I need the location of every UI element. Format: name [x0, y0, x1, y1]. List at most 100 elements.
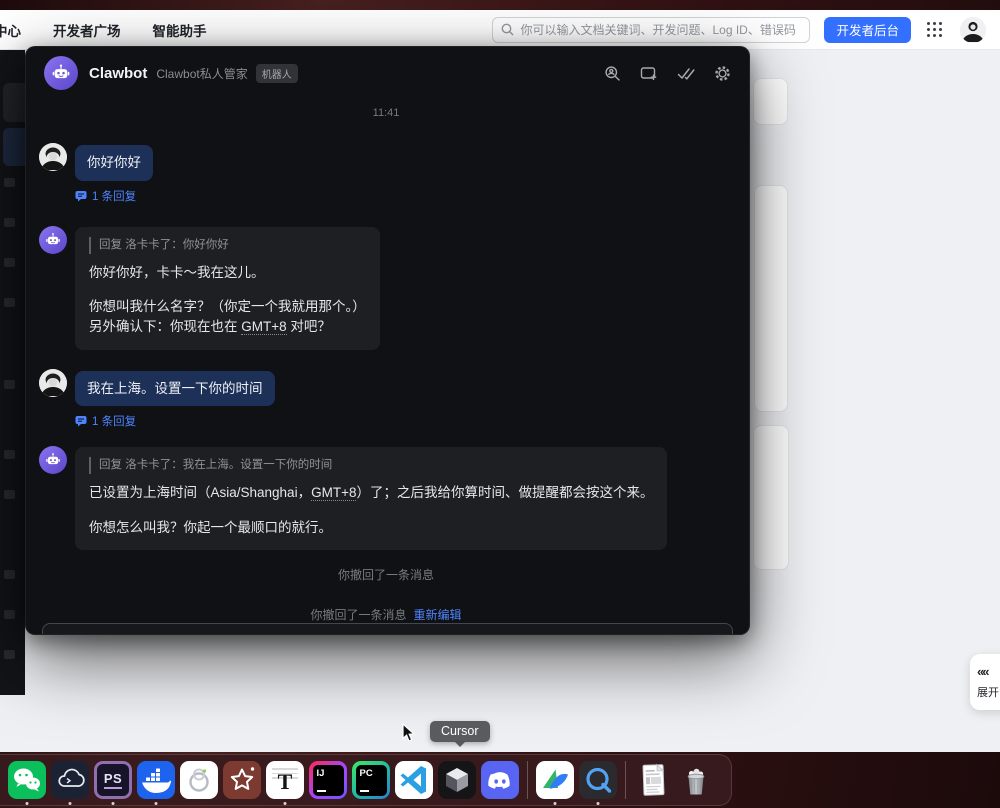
running-indicator — [69, 802, 72, 805]
dock-intellij-idea-icon[interactable]: IJ — [309, 761, 347, 799]
nav-item-center[interactable]: 中心 — [0, 20, 21, 40]
dock-trash-icon[interactable] — [677, 761, 715, 799]
robot-icon — [44, 451, 62, 469]
app-launcher-icon[interactable] — [927, 22, 942, 37]
running-indicator — [26, 802, 29, 805]
dock-vscode-icon[interactable] — [395, 761, 433, 799]
add-attachment-icon[interactable] — [601, 634, 617, 635]
dock-typora-icon[interactable]: T — [266, 761, 304, 799]
search-input[interactable] — [520, 23, 801, 37]
composer-divider — [695, 634, 696, 635]
dock-app-tooltip: Cursor — [430, 721, 490, 742]
clawbot-avatar[interactable] — [39, 226, 67, 254]
running-indicator — [284, 802, 287, 805]
background-card-fragment — [753, 78, 788, 125]
add-to-window-icon[interactable] — [640, 65, 658, 82]
screenshot-scissors-icon[interactable] — [565, 634, 586, 635]
thread-reply-link[interactable]: 1 条回复 — [75, 413, 733, 429]
user-avatar[interactable] — [39, 369, 67, 397]
message-bot-2: 回复 洛卡卡了：我在上海。设置一下你的时间 已设置为上海时间（Asia/Shan… — [39, 446, 733, 550]
settings-gear-icon[interactable] — [714, 65, 731, 82]
clawbot-avatar[interactable] — [44, 56, 78, 90]
bot-badge: 机器人 — [256, 64, 298, 83]
recalled-message-notice: 你撤回了一条消息重新编辑 — [39, 606, 733, 623]
user-photo — [39, 369, 67, 397]
chat-list-item-fragment-selected[interactable] — [3, 128, 25, 166]
message-paragraph: 已设置为上海时间（Asia/Shanghai，GMT+8）了；之后我给你算时间、… — [89, 483, 653, 503]
nav-item-ai-assistant[interactable]: 智能助手 — [153, 20, 207, 40]
reply-bubble-icon — [75, 190, 87, 202]
nav-user-avatar[interactable] — [960, 17, 986, 43]
background-card-fragment — [753, 425, 789, 570]
dock-navicat-icon[interactable] — [180, 761, 218, 799]
user-photo — [39, 143, 67, 171]
message-bot-1: 回复 洛卡卡了：你好你好 你好你好，卡卡～我在这儿。 你想叫我什么名字？（你定一… — [39, 226, 733, 350]
reply-bubble-icon — [75, 415, 87, 427]
running-indicator — [597, 802, 600, 805]
user-message-bubble[interactable]: 我在上海。设置一下你的时间 — [75, 371, 275, 407]
nav-item-developer-plaza[interactable]: 开发者广场 — [53, 20, 121, 40]
message-paragraph: 你想怎么叫我？你起一个最顺口的就行。 — [89, 518, 653, 538]
top-navigation: 中心 开发者广场 智能助手 开发者后台 — [0, 10, 1000, 50]
quoted-reply[interactable]: 回复 洛卡卡了：我在上海。设置一下你的时间 — [89, 457, 653, 474]
emoji-icon[interactable] — [505, 634, 521, 635]
clawbot-chat-window: Clawbot Clawbot私人管家 机器人 11:41 — [25, 46, 750, 635]
search-icon — [501, 23, 514, 36]
dock-docker-icon[interactable] — [137, 761, 175, 799]
message-text: 对吧？ — [287, 319, 331, 334]
message-input[interactable] — [55, 634, 474, 635]
dock-wechat-icon[interactable] — [8, 761, 46, 799]
message-paragraph: 你想叫我什么名字？（你定一个我就用那个。） 另外确认下：你现在也在 GMT+8 … — [89, 297, 366, 338]
chat-list-item-fragment[interactable] — [3, 83, 25, 122]
chat-title: Clawbot — [89, 65, 147, 82]
message-paragraph: 你好你好，卡卡～我在这儿。 — [89, 263, 366, 283]
running-indicator — [112, 802, 115, 805]
dock-cloud-terminal-icon[interactable] — [51, 761, 89, 799]
user-message-bubble[interactable]: 你好你好 — [75, 145, 153, 181]
nav-search-box[interactable] — [492, 17, 810, 43]
dock-bird-app-icon[interactable] — [536, 761, 574, 799]
message-text: ）了；之后我给你算时间、做提醒都会按这个来。 — [356, 485, 653, 500]
running-indicator — [155, 802, 158, 805]
message-text: 你想叫我什么名字？（你定一个我就用那个。） — [89, 299, 366, 314]
message-list: 11:41 你好你好 1 条回复 回复 洛卡卡了：你好你好 你好你好，卡卡～我在… — [26, 99, 749, 623]
message-user-2: 我在上海。设置一下你的时间 — [39, 369, 733, 407]
dock-star-app-icon[interactable] — [223, 761, 261, 799]
developer-console-button[interactable]: 开发者后台 — [824, 17, 911, 43]
macos-dock: PS T IJ PC — [0, 754, 732, 806]
double-check-icon[interactable] — [677, 66, 695, 81]
reply-count: 1 条回复 — [92, 188, 136, 204]
robot-icon — [44, 231, 62, 249]
dock-cursor-icon[interactable] — [438, 761, 476, 799]
bot-message-bubble[interactable]: 回复 洛卡卡了：你好你好 你好你好，卡卡～我在这儿。 你想叫我什么名字？（你定一… — [75, 227, 380, 350]
mention-icon[interactable]: @ — [536, 634, 550, 635]
composer-area: Aa @ — [26, 623, 749, 635]
thread-reply-link[interactable]: 1 条回复 — [75, 188, 733, 204]
expand-panel-button[interactable]: «« 展开 — [970, 654, 1000, 710]
quoted-reply[interactable]: 回复 洛卡卡了：你好你好 — [89, 237, 366, 254]
robot-icon — [50, 62, 72, 84]
background-chat-list-strip — [0, 50, 25, 695]
person-avatar-icon — [960, 17, 986, 43]
recalled-text: 你撤回了一条消息 — [338, 568, 434, 582]
dock-documents-stack-icon[interactable] — [634, 761, 672, 799]
dock-discord-icon[interactable] — [481, 761, 519, 799]
gmt-underlined-text: GMT+8 — [241, 319, 286, 335]
user-avatar[interactable] — [39, 143, 67, 171]
dock-separator — [527, 761, 528, 799]
dock-quicktime-icon[interactable] — [579, 761, 617, 799]
dock-pycharm-icon[interactable]: PC — [352, 761, 390, 799]
search-members-icon[interactable] — [604, 65, 621, 82]
dock-photoshop-icon[interactable]: PS — [94, 761, 132, 799]
expand-composer-icon[interactable] — [632, 634, 647, 635]
send-button[interactable] — [662, 634, 680, 635]
chat-subtitle: Clawbot私人管家 — [156, 65, 247, 82]
time-divider: 11:41 — [39, 107, 733, 119]
composer-toolbar: Aa @ — [474, 634, 720, 635]
message-composer[interactable]: Aa @ — [42, 623, 733, 635]
mouse-cursor — [402, 723, 417, 748]
background-card-fragment — [754, 185, 788, 412]
re-edit-link[interactable]: 重新编辑 — [414, 608, 462, 622]
clawbot-avatar[interactable] — [39, 446, 67, 474]
bot-message-bubble[interactable]: 回复 洛卡卡了：我在上海。设置一下你的时间 已设置为上海时间（Asia/Shan… — [75, 447, 667, 550]
